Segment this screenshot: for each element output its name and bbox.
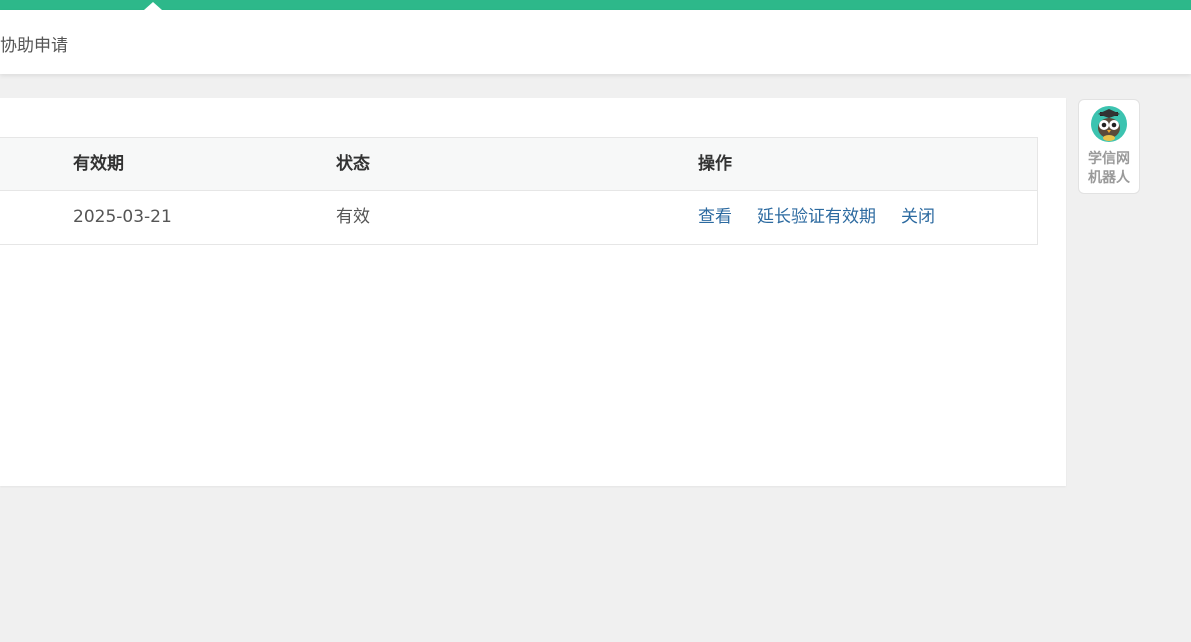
robot-label-line2: 机器人 bbox=[1088, 170, 1130, 186]
table-header-row: 有效期 状态 操作 bbox=[0, 138, 1037, 191]
active-nav-indicator bbox=[144, 2, 162, 10]
top-accent-bar bbox=[0, 0, 1191, 10]
chat-robot-button[interactable]: 学信网 机器人 bbox=[1078, 99, 1140, 194]
view-link[interactable]: 查看 bbox=[698, 207, 732, 227]
verification-table: 有效期 状态 操作 2025-03-21 有效 查看 延长验证有效期 关闭 bbox=[0, 137, 1038, 245]
header-expiry: 有效期 bbox=[73, 154, 124, 174]
extend-validity-link[interactable]: 延长验证有效期 bbox=[757, 207, 876, 227]
header-status: 状态 bbox=[336, 154, 370, 174]
top-nav: 协助申请 bbox=[0, 10, 1191, 74]
robot-label-line1: 学信网 bbox=[1088, 151, 1130, 167]
cell-expiry: 2025-03-21 bbox=[73, 207, 172, 227]
owl-robot-icon bbox=[1091, 106, 1127, 142]
nav-item-assist-application[interactable]: 协助申请 bbox=[0, 31, 68, 56]
cell-actions: 查看 延长验证有效期 关闭 bbox=[698, 191, 960, 244]
close-link[interactable]: 关闭 bbox=[901, 207, 935, 227]
cell-status: 有效 bbox=[336, 207, 370, 227]
header-actions: 操作 bbox=[698, 154, 732, 174]
robot-label: 学信网 机器人 bbox=[1079, 150, 1139, 188]
table-row: 2025-03-21 有效 查看 延长验证有效期 关闭 bbox=[0, 191, 1037, 244]
